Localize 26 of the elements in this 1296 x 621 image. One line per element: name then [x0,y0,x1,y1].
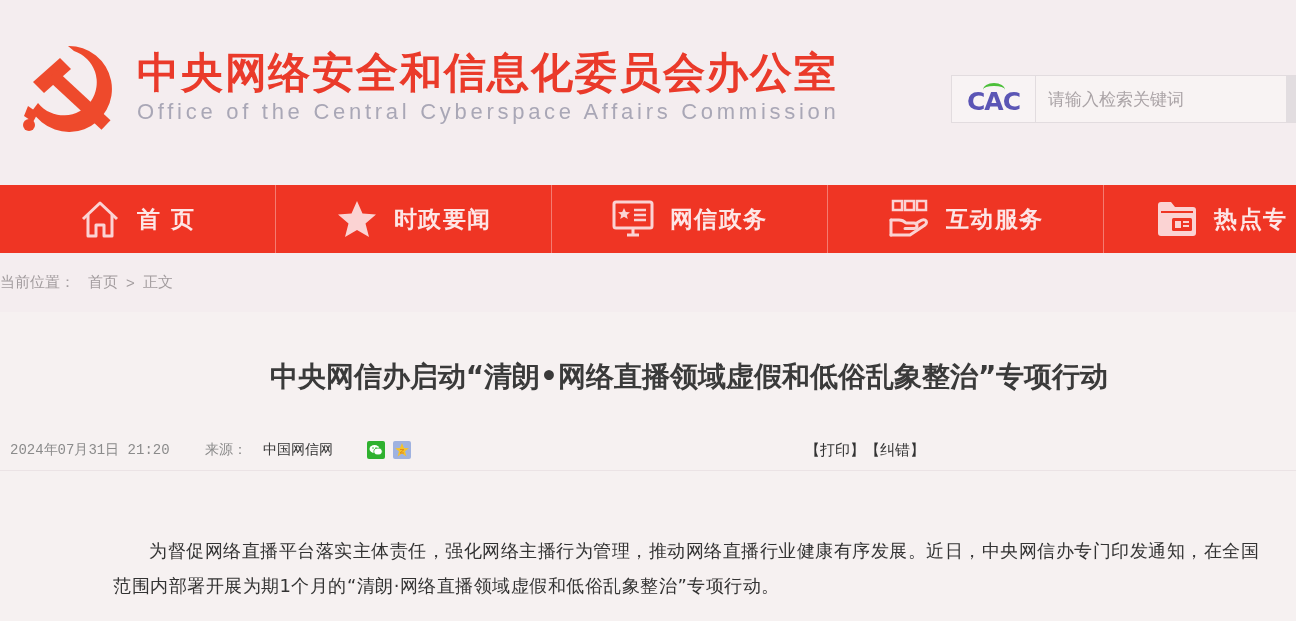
star-share-icon[interactable] [392,441,411,459]
breadcrumb-separator: > [126,274,135,291]
nav-item[interactable]: 热点专 [1104,185,1296,253]
source-label: 来源： [204,441,247,459]
hand-squares-icon [887,199,930,239]
article-action-link[interactable]: 【打印】 [805,440,865,460]
nav-item[interactable]: 首 页 [0,185,276,253]
site-title: 中央网络安全和信息化委员会办公室 [137,49,839,97]
breadcrumb-link[interactable]: 首页 [88,273,118,292]
article-paragraph: 为督促网络直播平台落实主体责任，强化网络主播行为管理，推动网络直播行业健康有序发展。近日，中央网信办专门印发通知，在全国范围内部署开展为期1个月的“清朗·网络直播领域虚假和低俗乱象整治”专项行动。 [113,539,1260,598]
publish-date: 2024年07月31日 21:20 [10,441,170,459]
nav-item[interactable]: 互动服务 [828,185,1104,253]
article-action-link[interactable]: 【纠错】 [865,440,925,460]
star-icon [335,199,378,239]
site-subtitle: Office of the Central Cyberspace Affairs Commission [137,98,840,126]
breadcrumb-link[interactable]: 正文 [142,273,173,292]
hammer-sickle-logo-icon [22,45,112,135]
wechat-share-icon[interactable] [366,441,385,459]
breadcrumb-label: 当前位置： [0,273,75,292]
nav-item[interactable]: 网信政务 [552,185,828,253]
folder-card-icon [1156,199,1198,239]
article-title: 中央网信办启动“清朗•网络直播领域虚假和低俗乱象整治”专项行动 [268,359,1110,395]
search-bar[interactable]: CAC 请输入检索关键词 [951,75,1296,123]
monitor-icon [611,199,654,239]
source-name: 中国网信网 [262,441,333,459]
nav-item[interactable]: 时政要闻 [276,185,552,253]
